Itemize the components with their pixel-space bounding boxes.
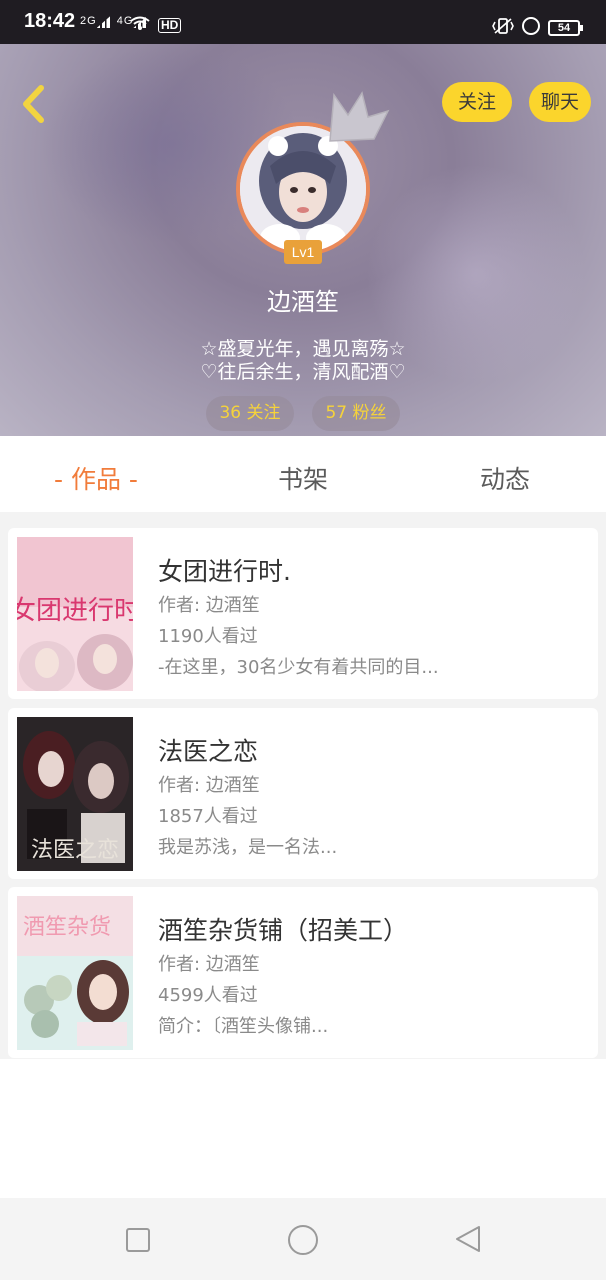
book-intro: 简介：〔酒笙头像铺... bbox=[158, 1016, 329, 1037]
book-views: 1190人看过 bbox=[158, 626, 258, 647]
book-card[interactable]: 法医之恋 法医之恋 作者: 边酒笙 1857人看过 我是苏浅，是一名法... bbox=[8, 708, 598, 879]
battery-icon: 54 bbox=[548, 20, 583, 36]
status-time: 18:42 bbox=[24, 10, 76, 32]
tab-bookshelf[interactable]: 书架 bbox=[278, 460, 328, 496]
bio-line-2: ♡往后余生，清风配酒♡ bbox=[200, 361, 406, 383]
level-badge: Lv1 bbox=[284, 240, 322, 264]
recent-apps-icon[interactable] bbox=[126, 1228, 150, 1252]
book-intro: -在这里，30名少女有着共同的目... bbox=[158, 657, 439, 678]
cover-title: 女团进行时 bbox=[17, 596, 133, 626]
book-title[interactable]: 女团进行时. bbox=[158, 552, 291, 588]
following-count[interactable]: 36 关注 bbox=[206, 396, 294, 431]
home-icon[interactable] bbox=[288, 1225, 318, 1255]
book-card[interactable]: 女团进行时 女团进行时. 作者: 边酒笙 1190人看过 -在这里，30名少女有… bbox=[8, 528, 598, 699]
book-author: 作者: 边酒笙 bbox=[158, 954, 260, 975]
book-card[interactable]: 酒笙杂货 酒笙杂货铺（招美工） 作者: 边酒笙 4599人看过 简介：〔酒笙头像… bbox=[8, 887, 598, 1058]
hd-badge: HD bbox=[158, 18, 182, 33]
vibrate-icon bbox=[492, 18, 514, 34]
book-views: 4599人看过 bbox=[158, 985, 258, 1006]
back-button[interactable] bbox=[14, 82, 54, 126]
fans-count[interactable]: 57 粉丝 bbox=[312, 396, 400, 431]
alarm-icon bbox=[522, 17, 540, 35]
wifi-icon bbox=[130, 16, 150, 30]
works-list: 女团进行时 女团进行时. 作者: 边酒笙 1190人看过 -在这里，30名少女有… bbox=[0, 518, 606, 1059]
book-author: 作者: 边酒笙 bbox=[158, 775, 260, 796]
cover-title: 法医之恋 bbox=[31, 838, 119, 863]
book-views: 1857人看过 bbox=[158, 806, 258, 827]
book-author: 作者: 边酒笙 bbox=[158, 595, 260, 616]
username: 边酒笙 bbox=[267, 288, 339, 316]
nav-back-icon[interactable] bbox=[454, 1224, 482, 1254]
book-cover[interactable]: 女团进行时 bbox=[17, 537, 133, 691]
status-bar: 18:42 2G 4G HD 54 bbox=[0, 0, 606, 44]
tab-works[interactable]: - 作品 - bbox=[54, 460, 138, 496]
profile-header: 关注 聊天 Lv1 边酒笙 ☆盛夏光年，遇见离殇☆ ♡往后余生，清风配酒♡ 36… bbox=[0, 44, 606, 436]
profile-tabs: - 作品 - 书架 动态 bbox=[0, 436, 606, 518]
follow-button[interactable]: 关注 bbox=[442, 82, 512, 122]
book-cover[interactable]: 法医之恋 bbox=[17, 717, 133, 871]
book-title[interactable]: 酒笙杂货铺（招美工） bbox=[158, 911, 408, 947]
tab-activity[interactable]: 动态 bbox=[480, 460, 530, 496]
system-nav-bar bbox=[0, 1198, 606, 1280]
network-2g-label: 2G bbox=[80, 14, 97, 27]
book-title[interactable]: 法医之恋 bbox=[158, 732, 258, 768]
book-intro: 我是苏浅，是一名法... bbox=[158, 837, 338, 858]
chat-button[interactable]: 聊天 bbox=[529, 82, 591, 122]
crown-icon bbox=[329, 91, 390, 142]
book-cover[interactable]: 酒笙杂货 bbox=[17, 896, 133, 1050]
cover-title: 酒笙杂货 bbox=[23, 915, 111, 940]
